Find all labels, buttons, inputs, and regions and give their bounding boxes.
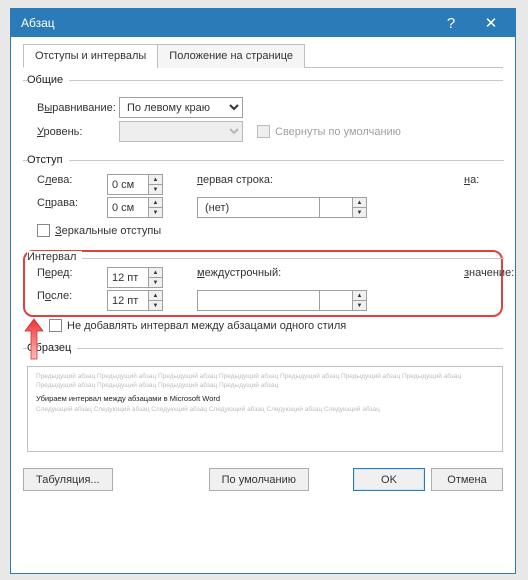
after-spinner[interactable]: ▲▼	[107, 290, 163, 311]
collapse-checkbox: Свернуты по умолчанию	[257, 125, 401, 138]
cancel-button[interactable]: Отмена	[431, 468, 503, 491]
group-spacing: Интервал Перед: ▲▼ междустрочный: значен…	[27, 258, 504, 311]
arrow-annotation	[19, 317, 49, 361]
group-general: Общие Выравнивание: По левому краю Урове…	[23, 74, 503, 151]
value-spinner[interactable]: ▲▼	[319, 290, 367, 311]
preview-box: Предыдущий абзац Предыдущий абзац Предыд…	[27, 366, 503, 452]
tab-indents[interactable]: Отступы и интервалы	[23, 44, 158, 68]
label-left: Слева:	[27, 174, 107, 195]
group-indent: Отступ Слева: ▲▼ первая строка: на: Спра…	[23, 154, 504, 246]
alignment-select[interactable]: По левому краю	[119, 97, 243, 118]
label-before: Перед:	[27, 267, 107, 288]
legend-general: Общие	[27, 74, 69, 86]
tab-strip: Отступы и интервалы Положение на страниц…	[23, 43, 503, 68]
help-button[interactable]: ?	[431, 9, 471, 37]
label-line-spacing: междустрочный:	[197, 267, 309, 288]
mirror-checkbox[interactable]: Зеркальные отступы	[37, 224, 161, 237]
tabs-button[interactable]: Табуляция...	[23, 468, 113, 491]
ok-button[interactable]: OK	[353, 468, 425, 491]
label-level: Уровень:	[27, 126, 119, 138]
level-select	[119, 121, 243, 142]
on-spinner[interactable]: ▲▼	[319, 197, 367, 218]
label-right: Справа:	[27, 197, 107, 218]
label-after: После:	[27, 290, 107, 311]
label-value: значение:	[464, 267, 504, 288]
label-first-line: первая строка:	[197, 174, 309, 195]
highlight-box: Интервал Перед: ▲▼ междустрочный: значен…	[23, 250, 503, 317]
legend-spacing: Интервал	[27, 251, 82, 263]
tab-position[interactable]: Положение на странице	[157, 44, 305, 68]
group-preview: Образец Предыдущий абзац Предыдущий абза…	[23, 342, 503, 458]
close-button[interactable]: ✕	[471, 9, 511, 37]
legend-indent: Отступ	[27, 154, 69, 166]
left-spinner[interactable]: ▲▼	[107, 174, 163, 195]
before-spinner[interactable]: ▲▼	[107, 267, 163, 288]
right-spinner[interactable]: ▲▼	[107, 197, 163, 218]
label-alignment: Выравнивание:	[27, 102, 119, 114]
no-add-checkbox[interactable]: Не добавлять интервал между абзацами одн…	[49, 319, 346, 332]
dialog-title: Абзац	[21, 16, 431, 30]
label-on: на:	[464, 174, 504, 195]
default-button[interactable]: По умолчанию	[209, 468, 309, 491]
